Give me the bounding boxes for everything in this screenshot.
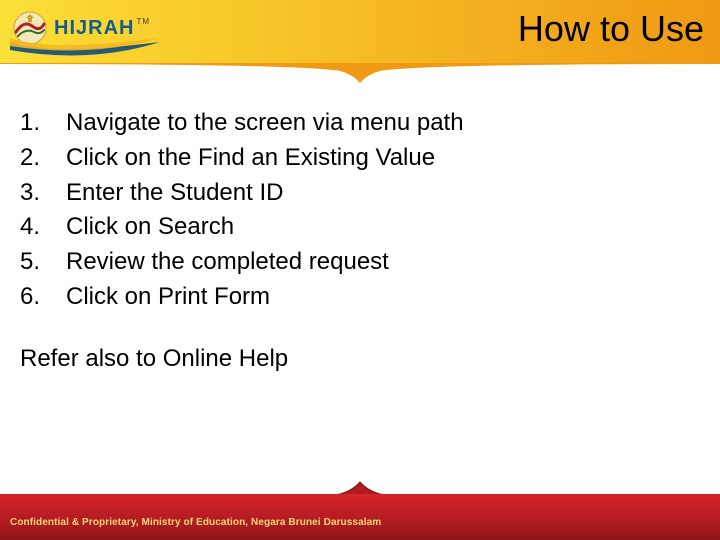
list-item: 1. Navigate to the screen via menu path — [20, 106, 700, 141]
step-number: 1. — [20, 106, 66, 141]
list-item: 2. Click on the Find an Existing Value — [20, 141, 700, 176]
step-text: Click on Search — [66, 210, 234, 245]
footer-confidential-text: Confidential & Proprietary, Ministry of … — [10, 517, 381, 528]
list-item: 5. Review the completed request — [20, 245, 700, 280]
steps-list: 1. Navigate to the screen via menu path … — [20, 106, 700, 315]
more-info-text: Refer also to Online Help — [20, 345, 700, 373]
step-number: 2. — [20, 141, 66, 176]
slide-title: How to Use — [518, 8, 704, 50]
step-text: Click on the Find an Existing Value — [66, 141, 435, 176]
step-text: Review the completed request — [66, 245, 389, 280]
list-item: 3. Enter the Student ID — [20, 176, 700, 211]
step-number: 6. — [20, 280, 66, 315]
step-number: 3. — [20, 176, 66, 211]
list-item: 6. Click on Print Form — [20, 280, 700, 315]
step-text: Enter the Student ID — [66, 176, 283, 211]
step-number: 5. — [20, 245, 66, 280]
slide-footer: Confidential & Proprietary, Ministry of … — [0, 482, 720, 540]
slide-header: HIJRAHTM How to Use — [0, 0, 720, 64]
step-text: Navigate to the screen via menu path — [66, 106, 464, 141]
brand-swoosh-icon — [10, 36, 160, 58]
step-text: Click on Print Form — [66, 280, 270, 315]
slide-body: 1. Navigate to the screen via menu path … — [0, 64, 720, 373]
list-item: 4. Click on Search — [20, 210, 700, 245]
step-number: 4. — [20, 210, 66, 245]
brand-trademark: TM — [136, 17, 150, 26]
